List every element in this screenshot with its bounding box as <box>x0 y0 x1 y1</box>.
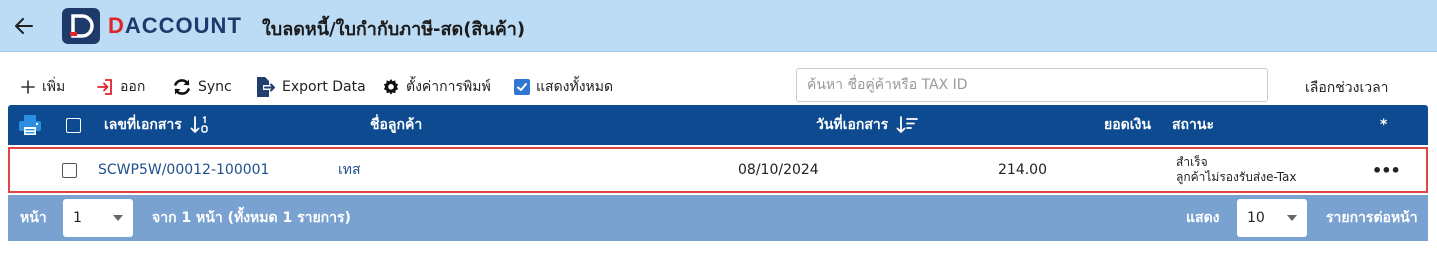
status-cell: สำเร็จ ลูกค้าไม่รองรับส่งe-Tax <box>1176 149 1297 191</box>
select-all-checkbox[interactable] <box>66 105 81 145</box>
table-row[interactable]: SCWP5W/00012-100001 เทส 08/10/2024 214.0… <box>8 147 1428 193</box>
page-info: จาก 1 หน้า (ทั้งหมด 1 รายการ) <box>152 210 351 226</box>
search-input[interactable] <box>796 68 1268 102</box>
exit-button[interactable]: ออก <box>96 74 145 100</box>
more-options-button[interactable]: ••• <box>1372 149 1401 191</box>
doc-number-link[interactable]: SCWP5W/00012-100001 <box>98 149 269 191</box>
checkbox-icon <box>66 117 81 133</box>
per-page-suffix: รายการต่อหน้า <box>1326 210 1418 226</box>
caret-down-icon <box>1287 215 1297 221</box>
table-header: เลขที่เอกสาร ชื่อลูกค้า วันที่เอกสาร ยอด… <box>8 105 1428 145</box>
column-doc-no[interactable]: เลขที่เอกสาร <box>104 105 210 145</box>
brand-name: DACCOUNT <box>108 13 242 38</box>
per-page-select[interactable]: 10 <box>1237 199 1307 237</box>
sync-icon <box>174 79 190 95</box>
main-content: เพิ่ม ออก Sync Export Data ตั้งค่าการพิม… <box>0 52 1437 256</box>
app-logo-icon <box>62 8 100 44</box>
amount: 214.00 <box>998 162 1047 178</box>
show-all-checkbox[interactable]: แสดงทั้งหมด <box>514 74 613 100</box>
checkbox-checked-icon <box>514 79 530 95</box>
gear-icon <box>383 79 399 95</box>
pagination-bar: หน้า 1 จาก 1 หน้า (ทั้งหมด 1 รายการ) แสด… <box>8 195 1428 241</box>
sort-amount-down-icon <box>896 116 919 133</box>
print-button[interactable] <box>18 105 42 145</box>
column-doc-date[interactable]: วันที่เอกสาร <box>816 105 919 145</box>
doc-date: 08/10/2024 <box>738 162 819 178</box>
column-amount[interactable]: ยอดเงิน <box>1104 105 1151 145</box>
export-label: Export Data <box>282 79 366 95</box>
column-label: เลขที่เอกสาร <box>104 117 182 133</box>
caret-down-icon <box>113 215 123 221</box>
arrow-left-icon <box>15 18 33 34</box>
customer-name[interactable]: เทส <box>338 149 361 191</box>
status-text: สำเร็จ <box>1176 155 1208 169</box>
page-select-value: 1 <box>73 210 82 226</box>
sync-button[interactable]: Sync <box>172 74 232 100</box>
printer-icon <box>19 115 41 135</box>
show-label: แสดง <box>1186 210 1220 226</box>
status-detail: ลูกค้าไม่รองรับส่งe-Tax <box>1176 170 1297 184</box>
sync-label: Sync <box>198 79 232 95</box>
file-export-icon <box>257 77 275 97</box>
row-checkbox[interactable] <box>62 149 77 191</box>
page-title: ใบลดหนี้/ใบกำกับภาษี-สด(สินค้า) <box>262 19 526 40</box>
print-settings-button[interactable]: ตั้งค่าการพิมพ์ <box>382 74 491 100</box>
exit-label: ออก <box>120 79 146 95</box>
column-customer[interactable]: ชื่อลูกค้า <box>370 105 422 145</box>
page-label: หน้า <box>20 210 47 226</box>
select-period-button[interactable]: เลือกช่วงเวลา <box>1305 77 1389 99</box>
column-label: วันที่เอกสาร <box>816 117 889 133</box>
plus-icon <box>21 80 35 94</box>
back-button[interactable] <box>10 12 38 40</box>
add-label: เพิ่ม <box>42 79 66 95</box>
app-header: DACCOUNT ใบลดหนี้/ใบกำกับภาษี-สด(สินค้า) <box>0 0 1437 52</box>
add-button[interactable]: เพิ่ม <box>20 74 65 100</box>
column-status[interactable]: สถานะ <box>1172 105 1214 145</box>
per-page-value: 10 <box>1247 210 1265 226</box>
page-select[interactable]: 1 <box>63 199 133 237</box>
sign-in-icon <box>97 79 112 95</box>
document-table: เลขที่เอกสาร ชื่อลูกค้า วันที่เอกสาร ยอด… <box>8 105 1428 241</box>
column-actions: * <box>1380 117 1388 133</box>
export-data-button[interactable]: Export Data <box>254 74 366 100</box>
checkbox-icon <box>62 162 77 178</box>
sort-numeric-icon <box>190 116 208 133</box>
show-all-label: แสดงทั้งหมด <box>536 79 614 95</box>
print-settings-label: ตั้งค่าการพิมพ์ <box>406 79 491 95</box>
